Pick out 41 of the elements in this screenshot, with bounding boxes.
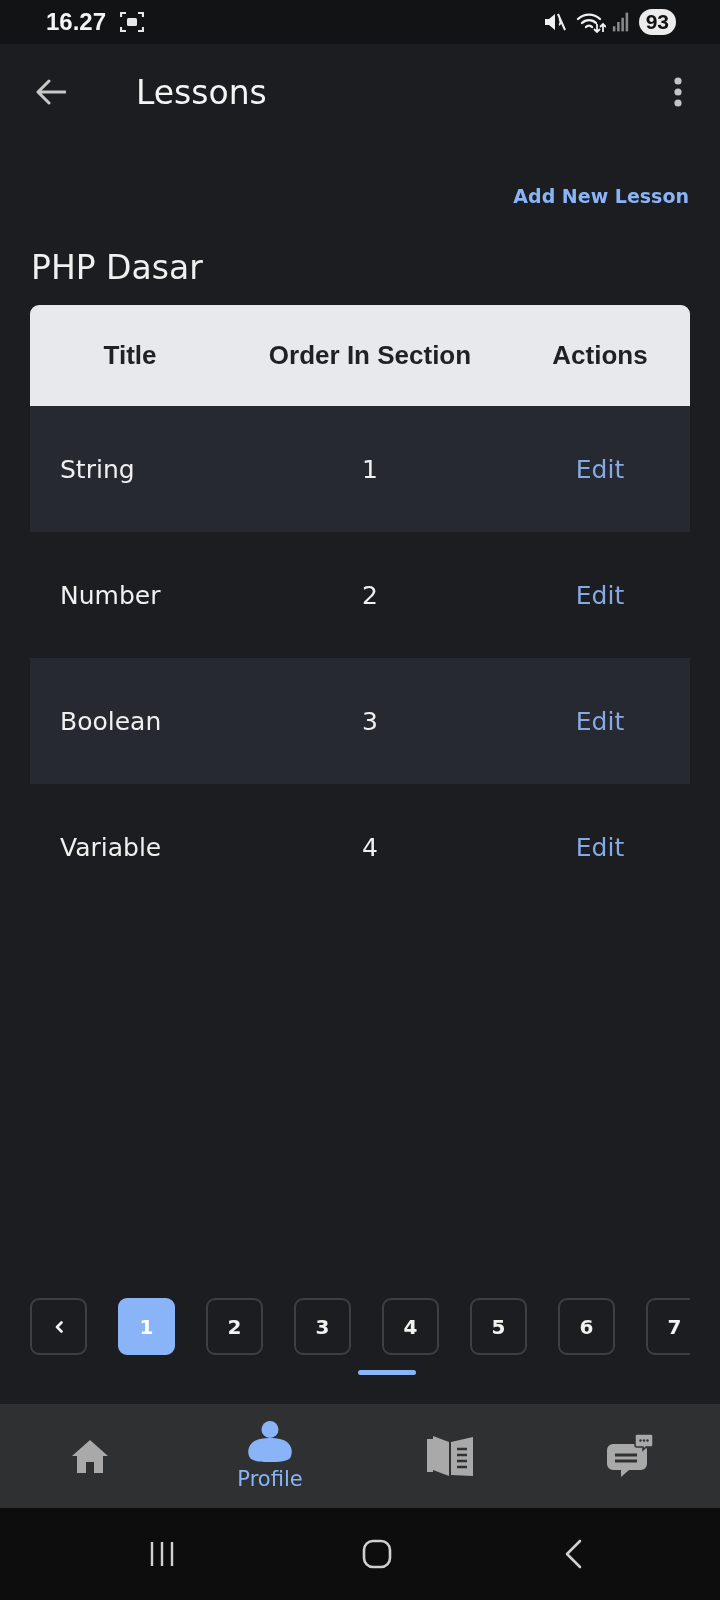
order-cell: 2 [362, 580, 378, 610]
order-cell: 4 [362, 832, 378, 862]
page-button[interactable]: 5 [470, 1298, 527, 1355]
chevron-left-icon [54, 1320, 63, 1333]
page-button[interactable]: 3 [294, 1298, 351, 1355]
edit-link[interactable]: Edit [575, 454, 625, 484]
home-button-icon[interactable] [362, 1539, 392, 1569]
chat-icon [607, 1434, 653, 1478]
scroll-indicator [358, 1370, 416, 1375]
column-header: Order In Section [267, 340, 473, 371]
lesson-title-cell-text: String [59, 454, 135, 484]
page-button[interactable]: 4 [382, 1298, 439, 1355]
lesson-title-cell-text: Boolean [59, 706, 162, 736]
page-button[interactable]: 6 [558, 1298, 615, 1355]
status-time: 16.27 [46, 8, 107, 36]
recent-apps-icon[interactable] [148, 1540, 176, 1568]
page-button[interactable]: 7 [646, 1298, 690, 1355]
home-icon [71, 1439, 109, 1473]
section-title: PHP Dasar [31, 247, 203, 289]
book-icon [427, 1436, 473, 1476]
person-icon [247, 1421, 293, 1463]
column-header: Actions [551, 340, 649, 371]
screen-title: Lessons [136, 72, 267, 112]
edit-link[interactable]: Edit [575, 706, 625, 736]
order-cell: 3 [362, 706, 378, 736]
screenshot-icon [120, 11, 145, 33]
add-new-lesson-link[interactable]: Add New Lesson [513, 182, 689, 210]
page-button[interactable]: 2 [206, 1298, 263, 1355]
edit-link[interactable]: Edit [575, 580, 625, 610]
wifi-icon [575, 11, 606, 33]
order-cell: 1 [362, 454, 378, 484]
battery-indicator: 93 [638, 9, 676, 35]
back-icon[interactable] [564, 1539, 582, 1569]
column-header: Title [102, 340, 158, 371]
lesson-title-cell-text: Variable [59, 832, 162, 862]
mute-icon [543, 12, 566, 32]
more-options-icon[interactable] [674, 77, 682, 107]
back-arrow-icon[interactable] [36, 79, 66, 105]
edit-link[interactable]: Edit [575, 832, 625, 862]
signal-icon [611, 12, 629, 32]
lesson-title-cell-text: Number [59, 580, 161, 610]
